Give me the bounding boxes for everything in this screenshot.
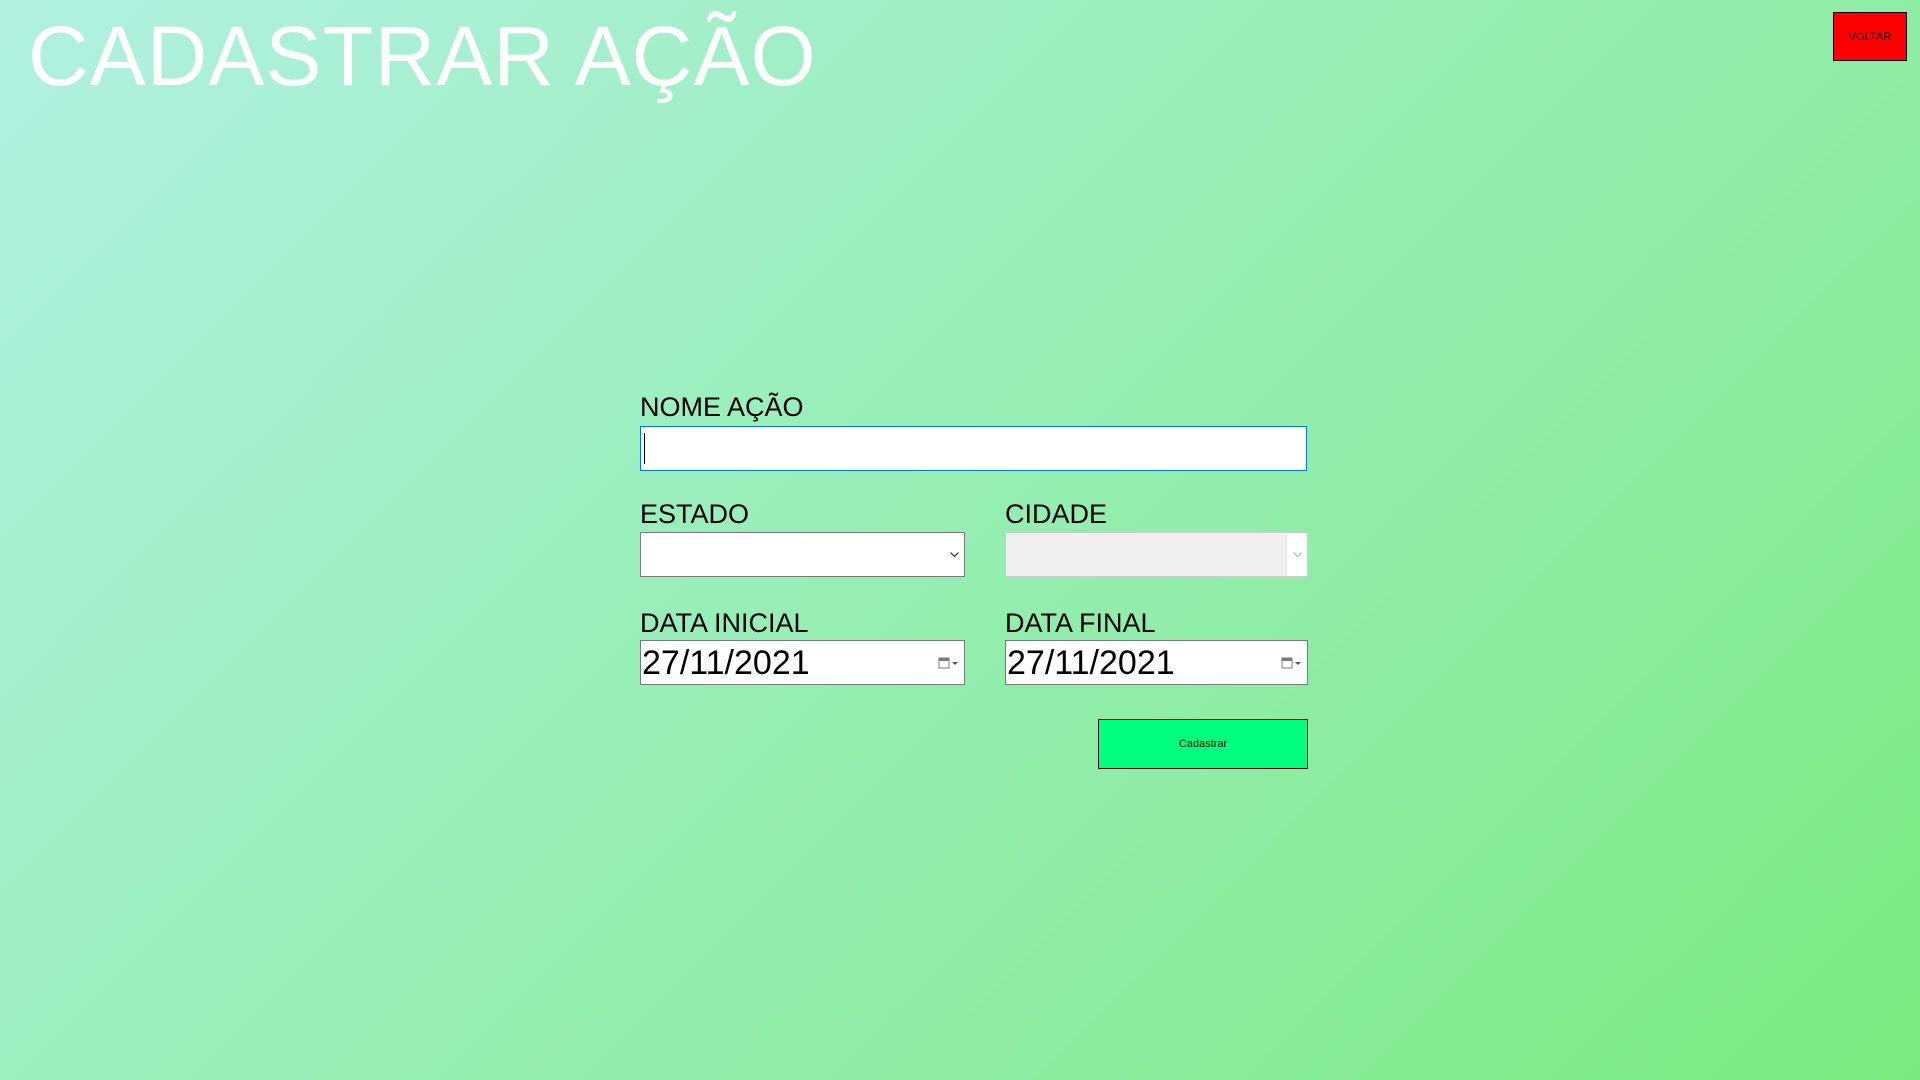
calendar-icon[interactable] bbox=[938, 653, 960, 673]
chevron-down-icon[interactable] bbox=[1286, 533, 1307, 576]
page-title: CADASTRAR AÇÃO bbox=[28, 9, 817, 103]
nome-acao-input[interactable] bbox=[640, 426, 1307, 471]
data-inicial-picker[interactable]: 27/11/2021 bbox=[640, 640, 965, 685]
calendar-icon[interactable] bbox=[1281, 653, 1303, 673]
data-final-label: DATA FINAL bbox=[1005, 608, 1156, 638]
chevron-down-icon[interactable] bbox=[944, 533, 964, 576]
back-button[interactable]: VOLTAR bbox=[1833, 12, 1907, 61]
data-final-picker[interactable]: 27/11/2021 bbox=[1005, 640, 1308, 685]
estado-label: ESTADO bbox=[640, 499, 750, 529]
cidade-select[interactable] bbox=[1005, 532, 1308, 577]
data-inicial-label: DATA INICIAL bbox=[640, 608, 809, 638]
data-inicial-value: 27/11/2021 bbox=[642, 644, 810, 682]
cadastrar-button[interactable]: Cadastrar bbox=[1098, 719, 1308, 769]
data-final-value: 27/11/2021 bbox=[1007, 644, 1175, 682]
cidade-label: CIDADE bbox=[1005, 499, 1108, 529]
nome-acao-label: NOME AÇÃO bbox=[640, 392, 804, 422]
text-caret bbox=[644, 433, 645, 464]
estado-select[interactable] bbox=[640, 532, 965, 577]
